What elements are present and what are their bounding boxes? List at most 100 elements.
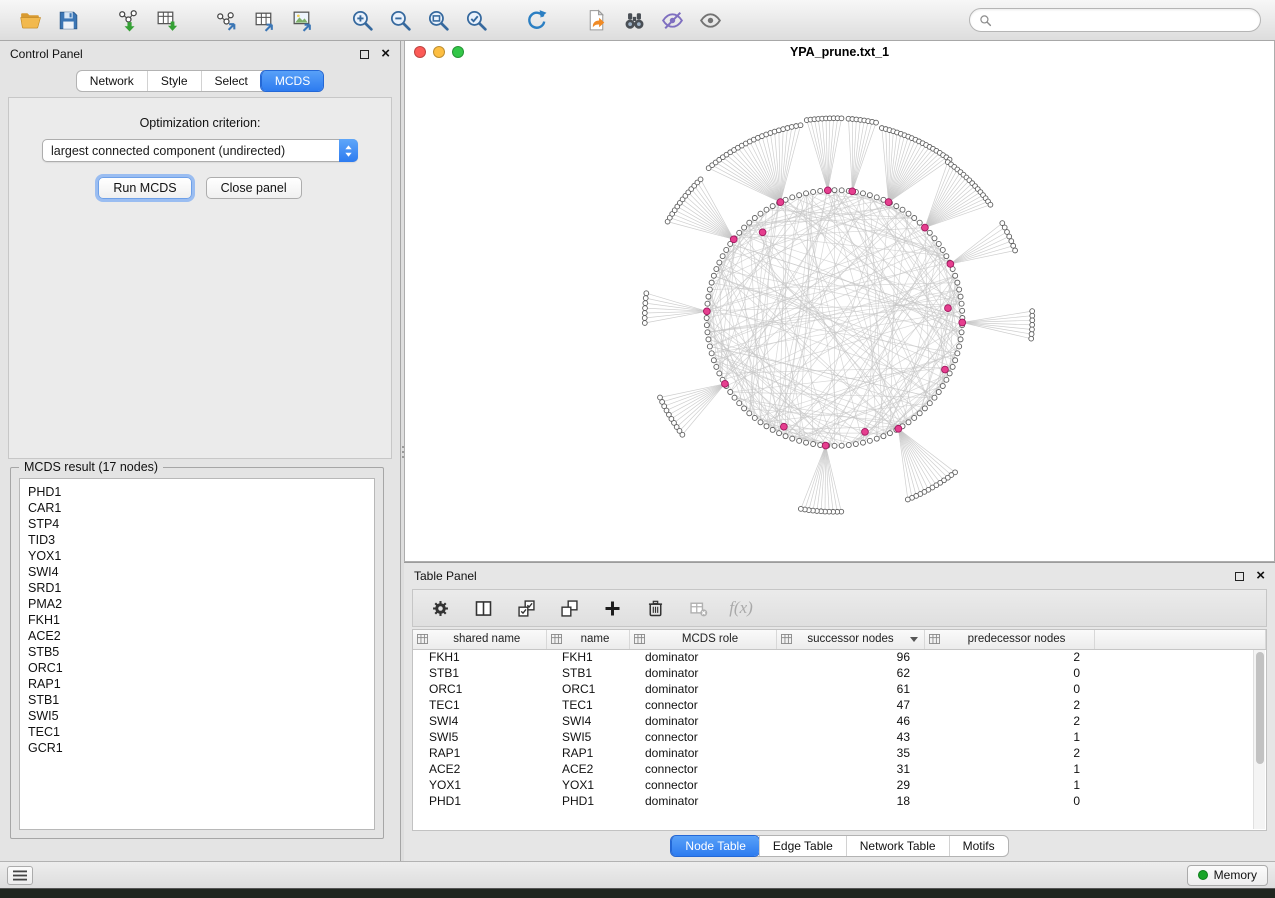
column-header-shared-name[interactable]: shared name	[413, 630, 546, 649]
cell-role[interactable]: dominator	[629, 665, 776, 681]
import-network-button[interactable]	[112, 4, 144, 36]
mcds-node-item[interactable]: FKH1	[28, 612, 366, 628]
table-scrollbar[interactable]	[1253, 650, 1265, 829]
mcds-node-item[interactable]: SRD1	[28, 580, 366, 596]
cell-role[interactable]: connector	[629, 729, 776, 745]
cell-name[interactable]: ORC1	[546, 681, 629, 697]
cell-role[interactable]: dominator	[629, 793, 776, 809]
mcds-node-item[interactable]: TID3	[28, 532, 366, 548]
import-table-button[interactable]	[150, 4, 182, 36]
cell-succ[interactable]: 62	[776, 665, 924, 681]
cell-name[interactable]: ACE2	[546, 761, 629, 777]
search-input[interactable]	[998, 13, 1251, 27]
mcds-result-list[interactable]: PHD1CAR1STP4TID3YOX1SWI4SRD1PMA2FKH1ACE2…	[19, 478, 375, 830]
tab-network[interactable]: Network	[77, 71, 147, 91]
cell-succ[interactable]: 29	[776, 777, 924, 793]
mcds-node-item[interactable]: RAP1	[28, 676, 366, 692]
cell-pred[interactable]: 2	[924, 649, 1094, 665]
cell-pred[interactable]: 0	[924, 665, 1094, 681]
cell-pred[interactable]: 1	[924, 729, 1094, 745]
show-details-button[interactable]	[694, 4, 726, 36]
zoom-out-button[interactable]	[384, 4, 416, 36]
sort-chevron-icon[interactable]	[910, 637, 918, 642]
cell-pred[interactable]: 0	[924, 793, 1094, 809]
zoom-fit-button[interactable]	[422, 4, 454, 36]
table-row[interactable]: ACE2ACE2connector311	[413, 761, 1266, 777]
mcds-node-item[interactable]: PHD1	[28, 484, 366, 500]
table-row[interactable]: SWI5SWI5connector431	[413, 729, 1266, 745]
cell-shared_name[interactable]: YOX1	[413, 777, 546, 793]
table-row[interactable]: FKH1FKH1dominator962	[413, 649, 1266, 665]
table-scrollbar-thumb[interactable]	[1256, 652, 1264, 764]
cell-pred[interactable]: 2	[924, 713, 1094, 729]
close-table-panel-icon[interactable]: ×	[1256, 571, 1265, 581]
cell-name[interactable]: STB1	[546, 665, 629, 681]
mcds-node-item[interactable]: SWI5	[28, 708, 366, 724]
column-header-mcds-role[interactable]: MCDS role	[629, 630, 776, 649]
table-row[interactable]: RAP1RAP1dominator352	[413, 745, 1266, 761]
cell-succ[interactable]: 18	[776, 793, 924, 809]
mcds-node-item[interactable]: GCR1	[28, 740, 366, 756]
cell-succ[interactable]: 46	[776, 713, 924, 729]
column-header-name[interactable]: name	[546, 630, 629, 649]
table-row[interactable]: SWI4SWI4dominator462	[413, 713, 1266, 729]
mcds-node-item[interactable]: STP4	[28, 516, 366, 532]
cell-succ[interactable]: 61	[776, 681, 924, 697]
cell-succ[interactable]: 96	[776, 649, 924, 665]
open-folder-button[interactable]	[14, 4, 46, 36]
cell-succ[interactable]: 35	[776, 745, 924, 761]
cell-shared_name[interactable]: RAP1	[413, 745, 546, 761]
float-panel-icon[interactable]	[360, 50, 369, 59]
export-document-button[interactable]	[580, 4, 612, 36]
export-table-button[interactable]	[248, 4, 280, 36]
tab-select[interactable]: Select	[201, 71, 261, 91]
table-row[interactable]: PHD1PHD1dominator180	[413, 793, 1266, 809]
column-header-predecessor-nodes[interactable]: predecessor nodes	[924, 630, 1094, 649]
mcds-node-item[interactable]: STB5	[28, 644, 366, 660]
close-panel-button[interactable]: Close panel	[206, 177, 302, 199]
find-button[interactable]	[618, 4, 650, 36]
delete-column-button[interactable]	[642, 595, 668, 621]
cell-role[interactable]: dominator	[629, 713, 776, 729]
zoom-selected-button[interactable]	[460, 4, 492, 36]
apply-layout-button[interactable]	[520, 4, 552, 36]
zoom-in-button[interactable]	[346, 4, 378, 36]
table-row[interactable]: YOX1YOX1connector291	[413, 777, 1266, 793]
table-settings-button[interactable]	[427, 595, 453, 621]
mcds-node-item[interactable]: TEC1	[28, 724, 366, 740]
tab-motifs[interactable]: Motifs	[949, 836, 1008, 856]
cell-role[interactable]: connector	[629, 777, 776, 793]
cell-shared_name[interactable]: ORC1	[413, 681, 546, 697]
float-table-panel-icon[interactable]	[1235, 572, 1244, 581]
show-columns-button[interactable]	[470, 595, 496, 621]
window-minimize-icon[interactable]	[433, 46, 445, 58]
network-canvas[interactable]	[405, 63, 1274, 561]
cell-role[interactable]: connector	[629, 761, 776, 777]
memory-button[interactable]: Memory	[1187, 865, 1268, 886]
cell-name[interactable]: SWI4	[546, 713, 629, 729]
hide-details-button[interactable]	[656, 4, 688, 36]
toolbar-search[interactable]	[969, 8, 1261, 32]
cell-pred[interactable]: 1	[924, 761, 1094, 777]
tab-network-table[interactable]: Network Table	[846, 836, 949, 856]
deselect-all-button[interactable]	[556, 595, 582, 621]
run-mcds-button[interactable]: Run MCDS	[98, 177, 191, 199]
mcds-node-item[interactable]: CAR1	[28, 500, 366, 516]
cell-role[interactable]: connector	[629, 697, 776, 713]
cell-pred[interactable]: 2	[924, 745, 1094, 761]
cell-shared_name[interactable]: STB1	[413, 665, 546, 681]
cell-role[interactable]: dominator	[629, 745, 776, 761]
close-panel-icon[interactable]: ×	[381, 49, 390, 59]
cell-shared_name[interactable]: PHD1	[413, 793, 546, 809]
select-all-button[interactable]	[513, 595, 539, 621]
mcds-node-item[interactable]: ORC1	[28, 660, 366, 676]
table-row[interactable]: STB1STB1dominator620	[413, 665, 1266, 681]
cell-succ[interactable]: 31	[776, 761, 924, 777]
mcds-node-item[interactable]: SWI4	[28, 564, 366, 580]
cell-name[interactable]: SWI5	[546, 729, 629, 745]
tab-node-table[interactable]: Node Table	[671, 836, 759, 856]
cell-name[interactable]: FKH1	[546, 649, 629, 665]
cell-name[interactable]: TEC1	[546, 697, 629, 713]
network-graph[interactable]	[405, 63, 1274, 561]
table-row[interactable]: ORC1ORC1dominator610	[413, 681, 1266, 697]
